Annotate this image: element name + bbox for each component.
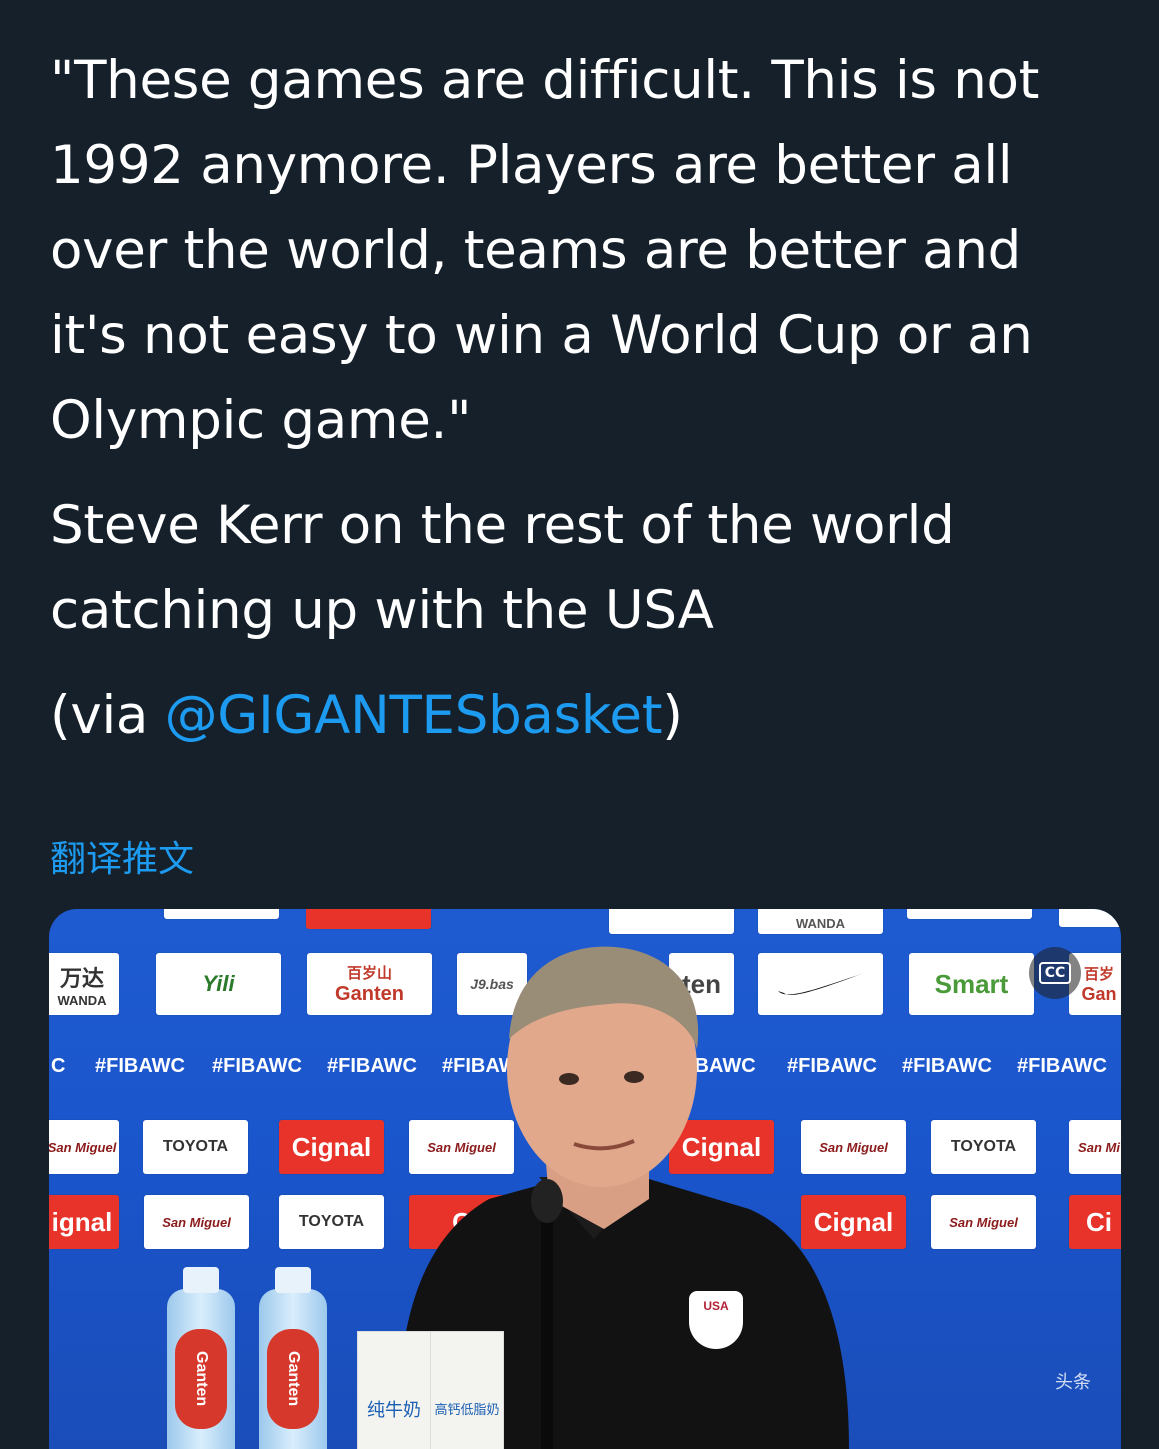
milk-label: 纯牛奶 [367,1400,421,1421]
via-prefix: (via [50,685,165,746]
usa-badge: USA [689,1291,743,1349]
bottle-cap [183,1267,219,1293]
milk-carton: 高钙低脂奶 [430,1331,504,1449]
captions-button[interactable]: CC [1029,947,1081,999]
bottle-label: Ganten [175,1329,227,1429]
bottle-cap [275,1267,311,1293]
water-bottle: Ganten [167,1267,235,1449]
quote-block: "These games are difficult. This is not … [50,38,1120,463]
quote-line: "These games are difficult. This is not [50,50,1040,111]
milk-label: 高钙低脂奶 [434,1403,500,1418]
via-suffix: ) [662,685,683,746]
cc-icon: CC [1038,962,1072,984]
mention-link[interactable]: @GIGANTESbasket [165,685,663,746]
water-bottle: Ganten [259,1267,327,1449]
quote-line: it's not easy to win a World Cup or an [50,305,1033,366]
tweet-body: "These games are difficult. This is not … [50,38,1120,758]
attribution-line: Steve Kerr on the rest of the world [50,495,955,556]
attribution-block: Steve Kerr on the rest of the world catc… [50,483,1120,653]
milk-carton: 纯牛奶 [357,1331,431,1449]
quote-line: Olympic game." [50,390,472,451]
video-player[interactable]: WANDA 万达 WANDA Yili 百岁山 Ganten J9.bas te… [49,909,1121,1449]
watermark: 头条 [1055,1372,1091,1393]
bottle-label-text: Ganten [285,1351,302,1407]
via-line: (via @GIGANTESbasket) [50,673,1120,758]
quote-line: 1992 anymore. Players are better all [50,135,1013,196]
bottle-label: Ganten [267,1329,319,1429]
quote-line: over the world, teams are better and [50,220,1021,281]
translate-tweet-link[interactable]: 翻译推文 [50,830,194,882]
attribution-line: catching up with the USA [50,580,714,641]
bottle-label-text: Ganten [193,1351,210,1407]
badge-text: USA [703,1299,729,1313]
